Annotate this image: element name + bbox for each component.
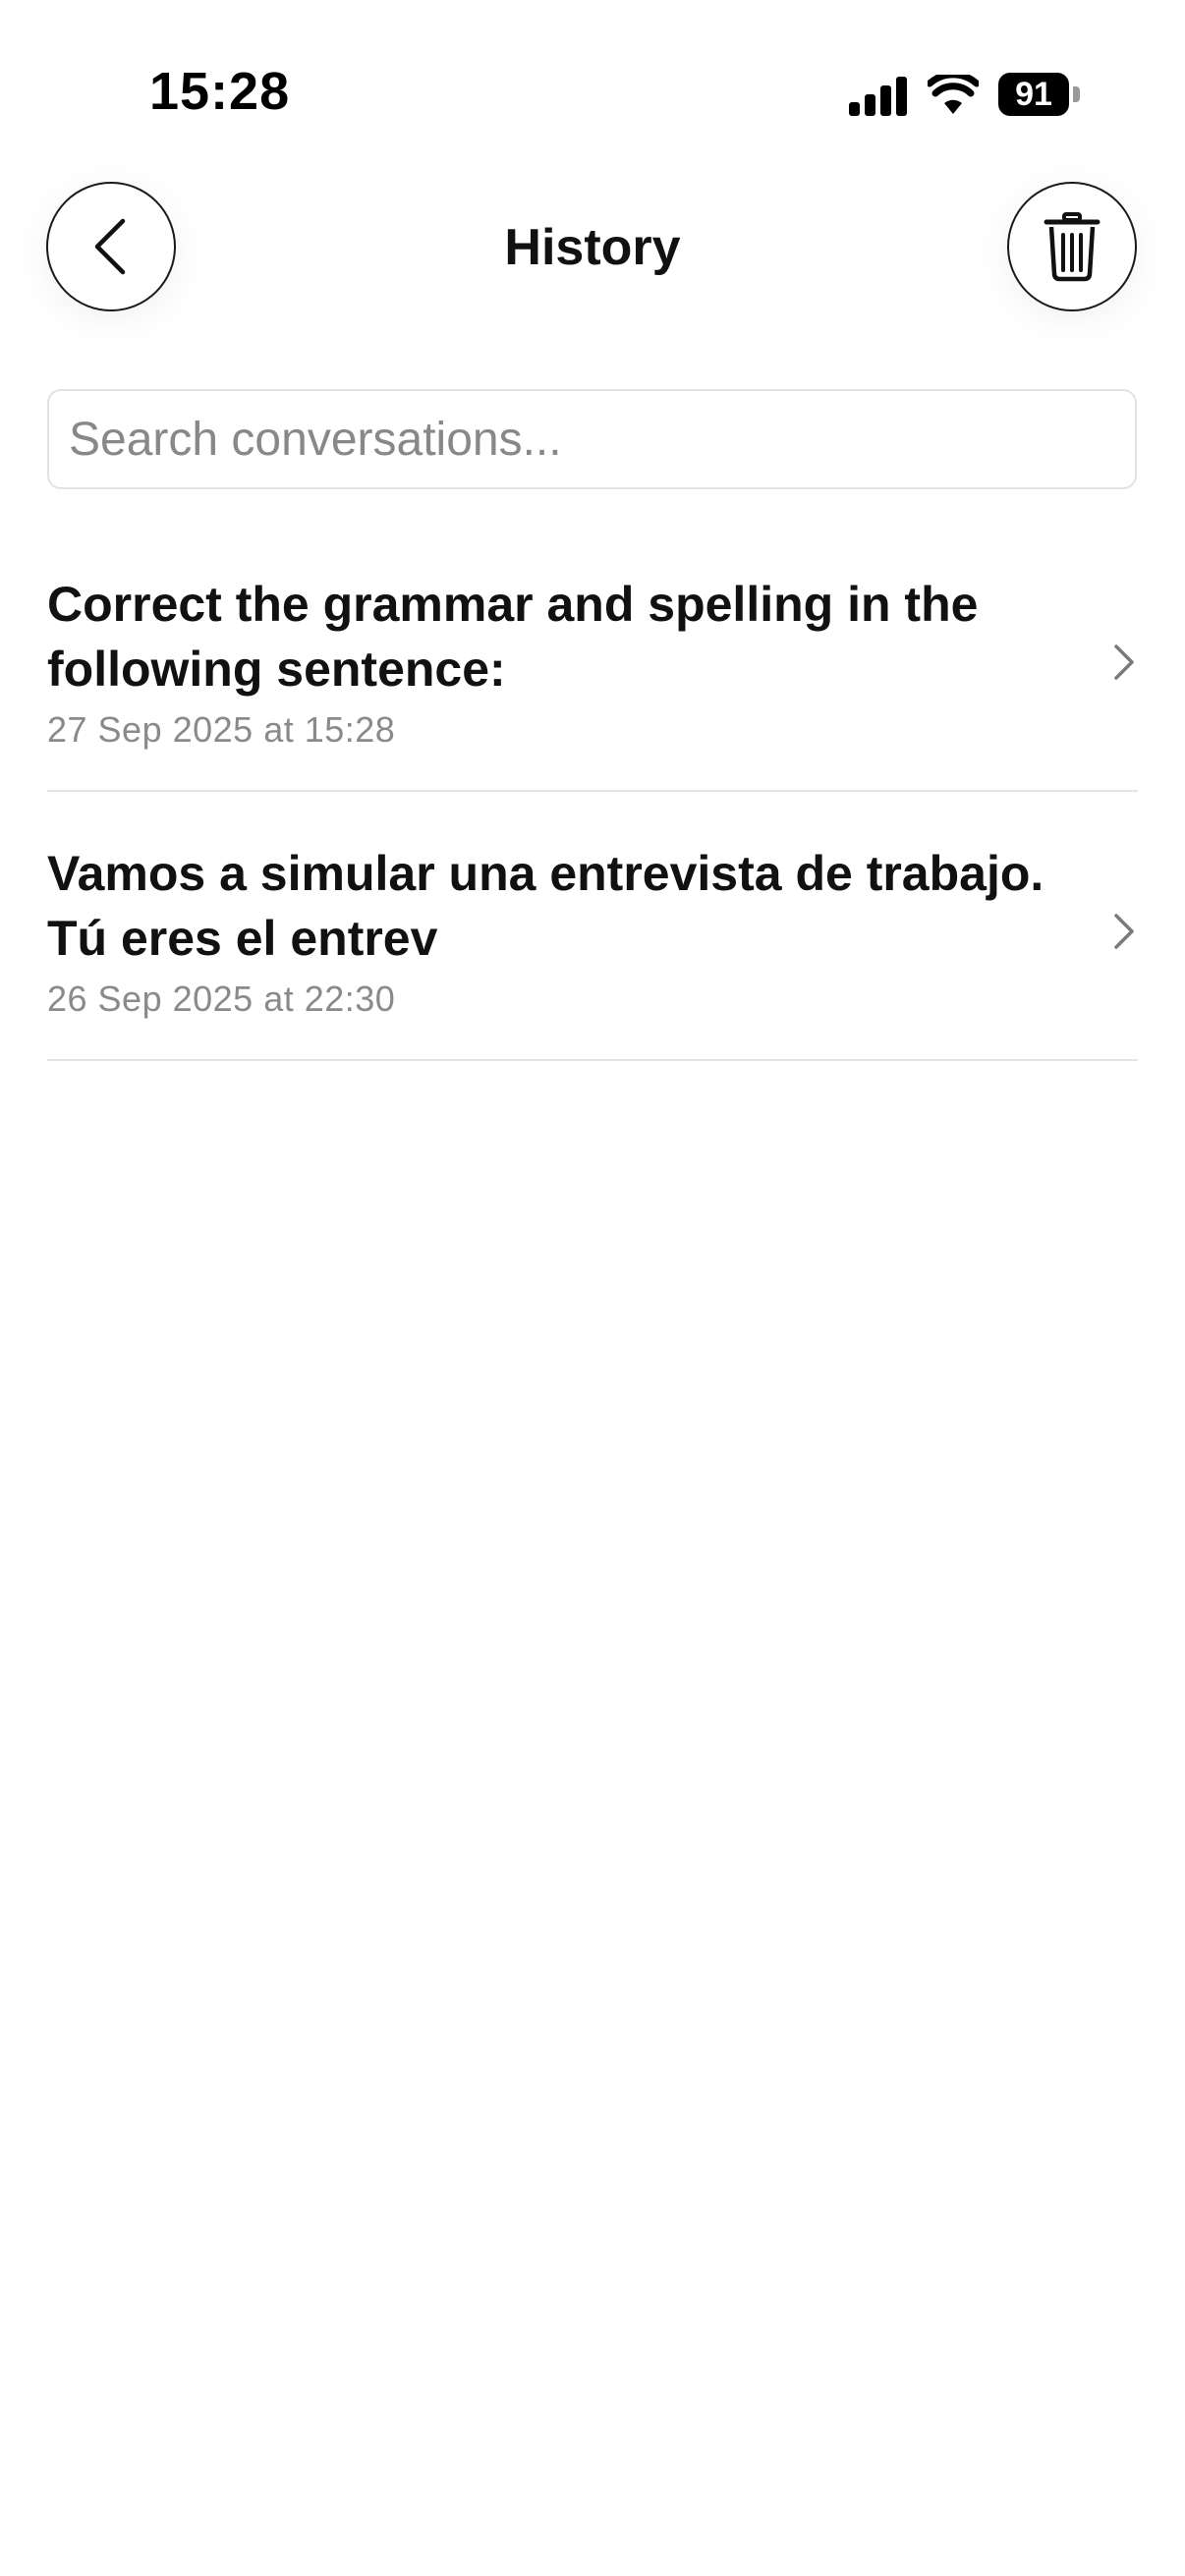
conversation-item[interactable]: Vamos a simular una entrevista de trabaj… <box>47 819 1138 1061</box>
status-time: 15:28 <box>149 62 291 121</box>
battery-tip <box>1073 86 1080 102</box>
conversation-item[interactable]: Correct the grammar and spelling in the … <box>47 550 1138 792</box>
search-input[interactable] <box>47 389 1137 489</box>
chevron-right-icon <box>1114 914 1134 949</box>
conversation-title: Vamos a simular una entrevista de trabaj… <box>47 846 1044 966</box>
navigation-header: History <box>0 177 1185 324</box>
trash-icon <box>1044 212 1100 282</box>
conversation-date: 26 Sep 2025 at 22:30 <box>47 979 396 1019</box>
conversation-title: Correct the grammar and spelling in the … <box>47 577 979 697</box>
wifi-icon <box>928 75 979 114</box>
conversation-date: 27 Sep 2025 at 15:28 <box>47 709 396 750</box>
battery-level: 91 <box>998 73 1069 116</box>
status-bar: 15:28 91 <box>0 0 1185 187</box>
battery-indicator: 91 <box>998 73 1081 116</box>
conversation-list: Correct the grammar and spelling in the … <box>47 550 1138 1089</box>
cellular-signal-icon <box>849 77 908 116</box>
delete-all-button[interactable] <box>1007 182 1137 311</box>
chevron-right-icon <box>1114 644 1134 680</box>
